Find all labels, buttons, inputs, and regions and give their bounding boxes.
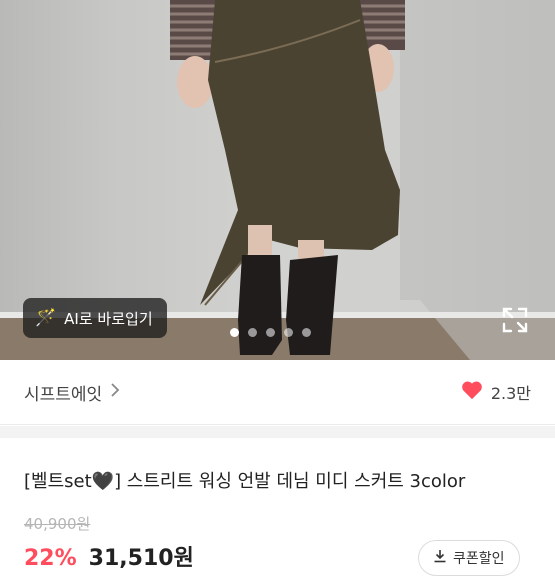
product-photo[interactable]: 🪄 AI로 바로입기 bbox=[0, 0, 555, 360]
heart-icon bbox=[461, 380, 483, 404]
carousel-dot[interactable] bbox=[266, 328, 275, 337]
product-title: [벨트set🖤] 스트리트 워싱 언발 데님 미디 스커트 3color bbox=[24, 471, 466, 492]
discount-rate: 22% bbox=[24, 546, 77, 571]
coupon-button[interactable]: 쿠폰할인 bbox=[418, 540, 520, 576]
carousel-dot[interactable] bbox=[284, 328, 293, 337]
likes-count: 2.3만 bbox=[490, 384, 531, 403]
shop-link[interactable]: 시프트에잇 bbox=[24, 380, 120, 405]
carousel-dot[interactable] bbox=[302, 328, 311, 337]
sale-price: 31,510원 bbox=[88, 546, 194, 571]
ai-try-on-label: AI로 바로입기 bbox=[64, 309, 153, 328]
carousel-dot[interactable] bbox=[248, 328, 257, 337]
original-price: 40,900원 bbox=[24, 515, 91, 533]
magic-wand-icon: 🪄 bbox=[35, 307, 57, 328]
ai-try-on-button[interactable]: 🪄 AI로 바로입기 bbox=[23, 298, 167, 338]
coupon-label: 쿠폰할인 bbox=[453, 551, 505, 567]
shop-name: 시프트에잇 bbox=[24, 384, 103, 405]
shop-row: 시프트에잇 2.3만 bbox=[0, 360, 555, 425]
carousel-dots[interactable] bbox=[230, 328, 311, 337]
section-divider bbox=[0, 426, 555, 438]
like-button[interactable]: 2.3만 bbox=[461, 380, 531, 404]
download-icon bbox=[433, 549, 447, 567]
carousel-dot[interactable] bbox=[230, 328, 239, 337]
expand-icon[interactable] bbox=[500, 305, 530, 335]
chevron-right-icon bbox=[110, 382, 120, 402]
price-row: 22% 31,510원 bbox=[24, 540, 194, 572]
